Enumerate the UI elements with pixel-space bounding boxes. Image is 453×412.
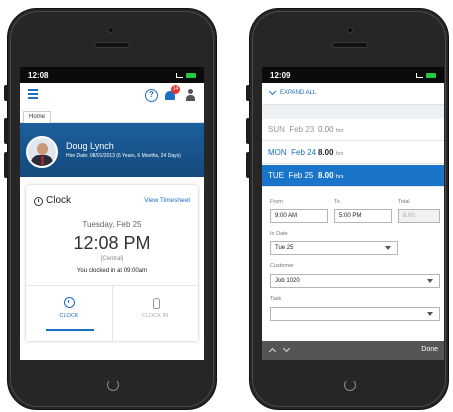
hours-unit: hrs	[335, 128, 344, 134]
employee-name: Doug Lynch	[66, 141, 114, 151]
total-label: Total	[398, 199, 410, 205]
left-phone-volume-down[interactable]	[4, 152, 8, 178]
clock-button[interactable]: CLOCK	[26, 297, 112, 319]
status-time: 12:08	[28, 70, 49, 80]
day-name: TUE	[268, 171, 284, 180]
day-hours: 8.00 hrs	[318, 148, 343, 157]
home-button[interactable]	[335, 371, 365, 401]
day-row-tue[interactable]: TUE Feb 25 8.00 hrs	[262, 165, 444, 187]
total-hours-field: 8.00	[398, 209, 440, 223]
in-date-value: Tue 25	[275, 245, 294, 251]
notification-bell-icon[interactable]: 14	[164, 85, 180, 102]
notification-badge: 14	[171, 85, 180, 94]
day-hours: 0.00 hrs	[318, 125, 343, 134]
clock-in-button-label: CLOCK IN	[142, 313, 168, 319]
signal-icon	[416, 72, 423, 78]
from-label: From	[270, 199, 283, 205]
clock-icon	[34, 197, 43, 206]
day-name: SUN	[268, 125, 285, 134]
status-bar: 12:08	[20, 67, 204, 83]
done-button[interactable]: Done	[421, 346, 438, 353]
right-phone-side-button[interactable]	[246, 85, 250, 101]
chevron-down-icon[interactable]	[282, 344, 291, 353]
hours-unit: hrs	[335, 151, 344, 157]
chevron-down-icon	[268, 87, 277, 96]
day-name: MON	[268, 148, 287, 157]
day-date: Feb 23	[289, 125, 315, 134]
day-label: SUN Feb 23	[268, 125, 318, 134]
chevron-up-icon[interactable]	[268, 347, 277, 356]
expand-all-bar[interactable]: EXPAND ALL	[262, 83, 444, 105]
day-row-mon[interactable]: MON Feb 24 8.00 hrs	[262, 142, 444, 164]
hours-value: 0.00	[318, 125, 334, 134]
right-phone-screen: 12:09 EXPAND ALL SUN Feb 23 0.00 hrs MON…	[262, 67, 444, 360]
to-label: To	[334, 199, 340, 205]
in-date-label: In Date	[270, 231, 288, 237]
clock-button-label: CLOCK	[59, 313, 79, 319]
earpiece-speaker	[332, 42, 368, 48]
active-action-indicator	[46, 329, 94, 331]
clock-card: Clock View Timesheet Tuesday, Feb 25 12:…	[26, 185, 198, 341]
battery-icon	[426, 72, 436, 78]
menu-icon[interactable]	[28, 89, 38, 99]
right-phone-volume-down[interactable]	[246, 152, 250, 178]
customer-select[interactable]: Job 1020	[270, 274, 440, 288]
hours-value: 8.00	[318, 171, 334, 180]
hours-value: 8.00	[318, 148, 334, 157]
profile-header: Doug Lynch Hire Date: 08/01/2013 (6 Year…	[20, 123, 204, 177]
current-date: Tuesday, Feb 25	[82, 220, 142, 229]
task-label: Task	[270, 296, 282, 302]
day-row-sun[interactable]: SUN Feb 23 0.00 hrs	[262, 119, 444, 141]
hire-date: Hire Date: 08/01/2013 (6 Years, 6 Months…	[66, 153, 181, 159]
user-profile-icon[interactable]	[186, 89, 195, 101]
dropdown-arrow-icon	[427, 279, 433, 283]
app-header: ? 14	[20, 83, 204, 109]
avatar	[26, 136, 58, 168]
keyboard-accessory-bar: Done	[262, 341, 444, 360]
customer-label: Customer	[270, 263, 294, 269]
day-date: Feb 24	[291, 148, 317, 157]
home-button[interactable]	[98, 371, 128, 401]
dropdown-arrow-icon	[385, 246, 391, 250]
front-camera	[108, 27, 114, 33]
hours-unit: hrs	[335, 174, 344, 180]
front-camera	[347, 27, 353, 33]
clock-in-button[interactable]: CLOCK IN	[112, 297, 198, 319]
customer-value: Job 1020	[275, 278, 300, 284]
in-date-select[interactable]: Tue 25	[270, 241, 398, 255]
task-select[interactable]	[270, 307, 440, 321]
tab-home[interactable]: Home	[23, 111, 52, 123]
left-phone-side-button[interactable]	[4, 85, 8, 101]
clock-status: You clocked in at 09:00am	[76, 268, 148, 274]
dropdown-arrow-icon	[427, 312, 433, 316]
from-time-field[interactable]: 9:00 AM	[270, 209, 328, 223]
earpiece-speaker	[94, 42, 130, 48]
to-time-field[interactable]: 5:00 PM	[334, 209, 392, 223]
current-time: 12:08 PM	[73, 233, 151, 253]
battery-icon	[186, 72, 196, 78]
signal-icon	[176, 72, 183, 78]
help-icon[interactable]: ?	[145, 89, 158, 102]
status-bar: 12:09	[262, 67, 444, 83]
view-timesheet-link[interactable]: View Timesheet	[144, 197, 190, 204]
hand-tap-icon	[150, 297, 161, 309]
clock-card-title: Clock	[46, 195, 72, 206]
expand-all-label: EXPAND ALL	[280, 90, 317, 96]
left-phone-volume-up[interactable]	[4, 118, 8, 144]
timezone-label: [Central]	[100, 256, 124, 262]
day-label: MON Feb 24	[268, 148, 318, 157]
day-label: TUE Feb 25	[268, 171, 318, 180]
clock-icon	[63, 297, 75, 308]
day-hours: 8.00 hrs	[318, 171, 343, 180]
day-date: Feb 25	[288, 171, 314, 180]
right-phone-volume-up[interactable]	[246, 118, 250, 144]
status-time: 12:09	[270, 70, 291, 80]
left-phone-screen: 12:08 ? 14 Home Doug Lynch Hire Date: 08…	[20, 67, 204, 360]
tab-bar: Home	[20, 109, 204, 123]
